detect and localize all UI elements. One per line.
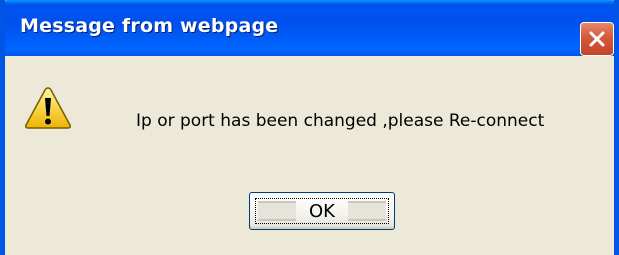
ok-button-label: OK: [309, 201, 335, 222]
warning-icon: [25, 87, 71, 129]
close-button[interactable]: [580, 22, 614, 56]
close-icon: [589, 31, 605, 47]
window-title: Message from webpage: [20, 15, 279, 37]
title-bar[interactable]: Message from webpage: [5, 0, 614, 56]
dialog-body: Ip or port has been changed ,please Re-c…: [5, 56, 614, 255]
dialog-message: Ip or port has been changed ,please Re-c…: [136, 111, 545, 131]
message-dialog: Message from webpage Ip or port has been…: [0, 0, 619, 255]
ok-button[interactable]: OK: [249, 192, 395, 230]
